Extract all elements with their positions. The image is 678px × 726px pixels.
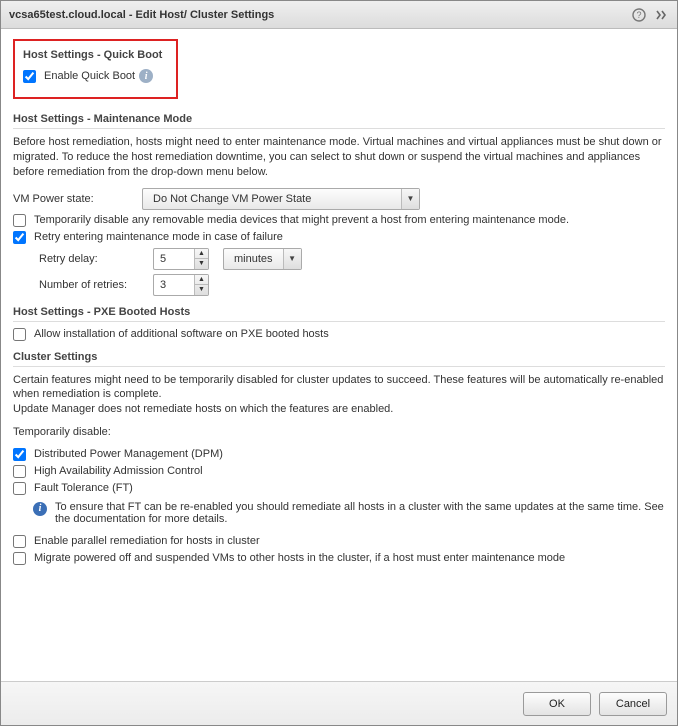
cluster-desc2: Update Manager does not remediate hosts …: [13, 402, 665, 417]
migrate-label: Migrate powered off and suspended VMs to…: [34, 552, 565, 564]
cluster-desc1: Certain features might need to be tempor…: [13, 373, 665, 403]
window-title: vcsa65test.cloud.local - Edit Host/ Clus…: [9, 9, 631, 21]
power-state-select[interactable]: Do Not Change VM Power State ▼: [142, 188, 420, 210]
retry-delay-label: Retry delay:: [39, 253, 149, 265]
info-icon[interactable]: i: [139, 69, 153, 83]
spinner-buttons: ▲ ▼: [194, 249, 208, 269]
power-state-row: VM Power state: Do Not Change VM Power S…: [13, 188, 665, 210]
title-bar: vcsa65test.cloud.local - Edit Host/ Clus…: [1, 1, 677, 29]
ft-label: Fault Tolerance (FT): [34, 482, 133, 494]
retry-delay-unit: minutes: [224, 249, 283, 269]
cancel-button[interactable]: Cancel: [599, 692, 667, 716]
pxe-allow-checkbox[interactable]: [13, 328, 26, 341]
hac-row: High Availability Admission Control: [13, 465, 665, 478]
retry-delay-spinner[interactable]: 5 ▲ ▼: [153, 248, 209, 270]
cluster-title: Cluster Settings: [13, 351, 665, 367]
spinner-down-icon[interactable]: ▼: [195, 259, 208, 269]
power-state-label: VM Power state:: [13, 193, 138, 205]
svg-text:?: ?: [636, 10, 641, 20]
disable-media-label: Temporarily disable any removable media …: [34, 214, 569, 226]
enable-quick-boot-row: Enable Quick Boot i: [23, 69, 168, 83]
quick-boot-section: Host Settings - Quick Boot Enable Quick …: [13, 39, 178, 99]
parallel-row: Enable parallel remediation for hosts in…: [13, 535, 665, 548]
dialog-content: Host Settings - Quick Boot Enable Quick …: [1, 29, 677, 681]
num-retries-value: 3: [154, 275, 194, 295]
enable-quick-boot-checkbox[interactable]: [23, 70, 36, 83]
ft-note-text: To ensure that FT can be re-enabled you …: [55, 501, 665, 525]
parallel-label: Enable parallel remediation for hosts in…: [34, 535, 260, 547]
quick-boot-title: Host Settings - Quick Boot: [23, 49, 168, 63]
temp-disable-label: Temporarily disable:: [13, 425, 665, 440]
power-state-value: Do Not Change VM Power State: [143, 189, 401, 209]
pxe-title: Host Settings - PXE Booted Hosts: [13, 306, 665, 322]
retry-label: Retry entering maintenance mode in case …: [34, 231, 283, 243]
disable-media-row: Temporarily disable any removable media …: [13, 214, 665, 227]
retry-delay-value: 5: [154, 249, 194, 269]
ft-note-row: i To ensure that FT can be re-enabled yo…: [33, 501, 665, 525]
ft-checkbox[interactable]: [13, 482, 26, 495]
dpm-row: Distributed Power Management (DPM): [13, 448, 665, 461]
pxe-allow-label: Allow installation of additional softwar…: [34, 328, 329, 340]
hac-label: High Availability Admission Control: [34, 465, 203, 477]
parallel-checkbox[interactable]: [13, 535, 26, 548]
spinner-up-icon[interactable]: ▲: [195, 249, 208, 260]
dpm-checkbox[interactable]: [13, 448, 26, 461]
disable-media-checkbox[interactable]: [13, 214, 26, 227]
spinner-down-icon[interactable]: ▼: [195, 285, 208, 295]
chevron-down-icon[interactable]: ▼: [283, 249, 301, 269]
pxe-allow-row: Allow installation of additional softwar…: [13, 328, 665, 341]
ok-button[interactable]: OK: [523, 692, 591, 716]
ft-row: Fault Tolerance (FT): [13, 482, 665, 495]
enable-quick-boot-label: Enable Quick Boot: [44, 70, 135, 82]
retry-row: Retry entering maintenance mode in case …: [13, 231, 665, 244]
num-retries-label: Number of retries:: [39, 279, 149, 291]
title-icons: ?: [631, 7, 669, 23]
hac-checkbox[interactable]: [13, 465, 26, 478]
maint-title: Host Settings - Maintenance Mode: [13, 113, 665, 129]
info-icon: i: [33, 502, 47, 516]
num-retries-spinner[interactable]: 3 ▲ ▼: [153, 274, 209, 296]
migrate-checkbox[interactable]: [13, 552, 26, 565]
dpm-label: Distributed Power Management (DPM): [34, 448, 223, 460]
spinner-up-icon[interactable]: ▲: [195, 275, 208, 286]
migrate-row: Migrate powered off and suspended VMs to…: [13, 552, 665, 565]
expand-icon[interactable]: [653, 7, 669, 23]
help-icon[interactable]: ?: [631, 7, 647, 23]
retry-delay-row: Retry delay: 5 ▲ ▼ minutes ▼: [39, 248, 665, 270]
retry-delay-unit-select[interactable]: minutes ▼: [223, 248, 302, 270]
chevron-down-icon[interactable]: ▼: [401, 189, 419, 209]
num-retries-row: Number of retries: 3 ▲ ▼: [39, 274, 665, 296]
maint-desc: Before host remediation, hosts might nee…: [13, 135, 665, 180]
dialog-footer: OK Cancel: [1, 681, 677, 725]
retry-checkbox[interactable]: [13, 231, 26, 244]
spinner-buttons: ▲ ▼: [194, 275, 208, 295]
